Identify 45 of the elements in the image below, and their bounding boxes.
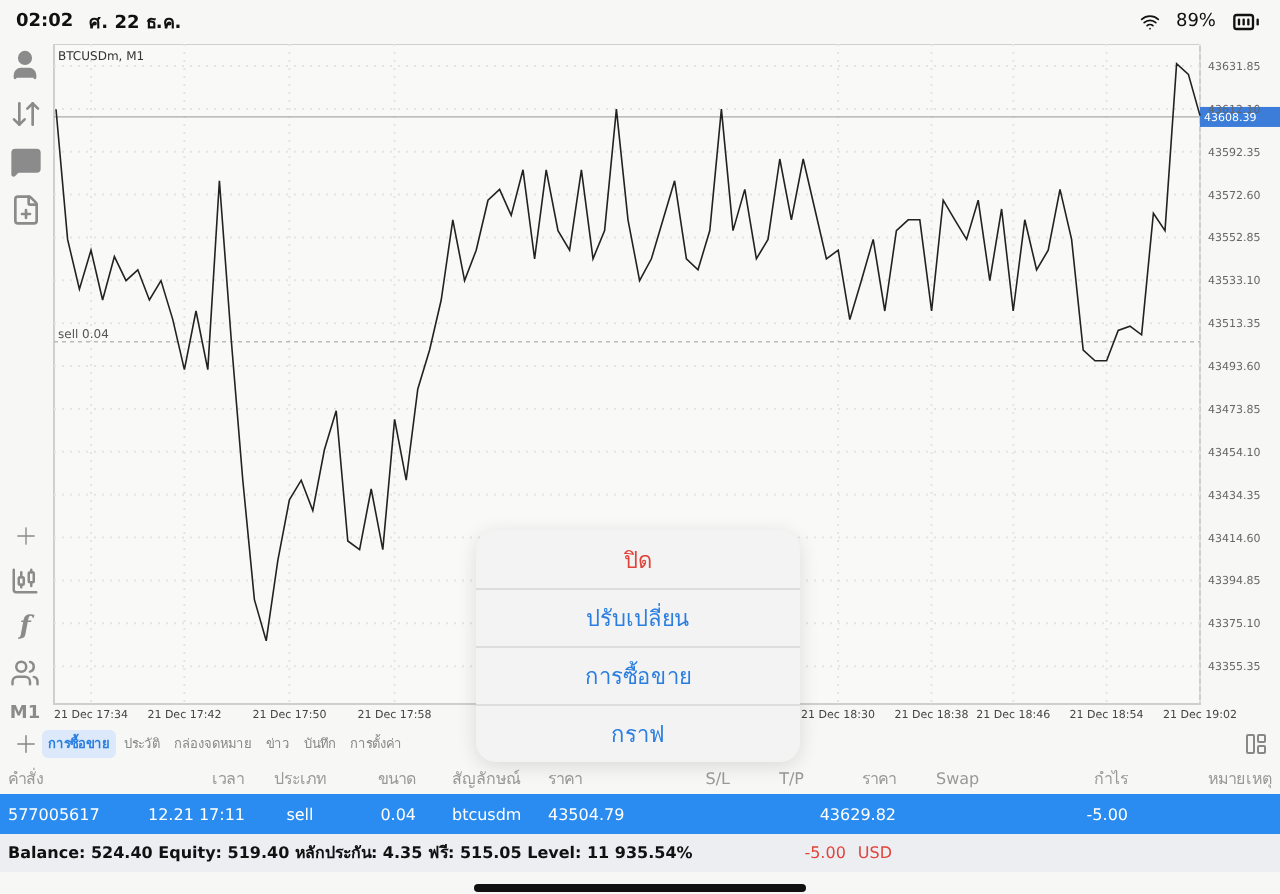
total-profit: -5.00: [804, 844, 846, 862]
wifi-icon: [1139, 12, 1160, 32]
people-icon[interactable]: [10, 658, 40, 688]
battery-icon: [1232, 8, 1260, 36]
table-cell-text: btcusdm: [450, 805, 524, 823]
table-cell-text: sell: [284, 805, 316, 823]
account-icon[interactable]: [8, 48, 42, 82]
table-cell-text: -5.00: [1084, 805, 1128, 823]
account-summary: Balance: 524.40 Equity: 519.40 หลักประกัน: 4.35 ฟรี: 515.05 Level: 11 935.54%: [8, 842, 693, 866]
column-header: ประเภท: [272, 768, 328, 792]
table-cell-text: 577005617: [6, 805, 102, 823]
column-header: T/P: [777, 770, 804, 788]
indicators-button[interactable]: f: [19, 612, 31, 642]
column-header: Swap: [934, 770, 982, 788]
layout-icon[interactable]: [1244, 732, 1268, 756]
column-header: หมายเหตุ: [1206, 768, 1274, 792]
battery-percent: 89%: [1175, 12, 1216, 32]
menu-item[interactable]: การซื้อขาย: [476, 646, 800, 704]
table-cell-text: 43629.82: [817, 805, 896, 823]
column-header: ราคา: [546, 768, 584, 792]
date: ศ. 22 ธ.ค.: [89, 12, 182, 36]
currency: USD: [857, 844, 892, 862]
menu-item[interactable]: ปรับเปลี่ยน: [476, 588, 800, 646]
column-header: S/L: [703, 770, 730, 788]
timeframe-button[interactable]: M1: [9, 704, 41, 724]
menu-item[interactable]: ปิด: [476, 530, 800, 588]
table-cell-text: 0.04: [378, 805, 416, 823]
column-header: คำสั่ง: [6, 766, 46, 792]
table-row[interactable]: 577005617 12.21 17:11 sell 0.04 btcusdm 43504.79 43629.82 -5.00: [0, 794, 1280, 834]
crosshair-icon[interactable]: [11, 522, 39, 550]
table-cell-text: 43504.79: [546, 805, 627, 823]
column-header: ขนาด: [376, 768, 416, 792]
add-icon[interactable]: [12, 730, 40, 758]
chat-icon[interactable]: [9, 146, 41, 178]
column-header: กำไร: [1092, 768, 1128, 792]
new-order-icon[interactable]: [9, 194, 41, 226]
clock: 02:02: [16, 12, 74, 32]
column-header: ราคา: [860, 768, 896, 792]
candlestick-icon[interactable]: [10, 566, 40, 596]
table-cell: 12.21 17:11: [148, 805, 244, 823]
price-badge: [1200, 106, 1280, 127]
trade-icon[interactable]: [9, 98, 41, 130]
menu-item[interactable]: กราฟ: [476, 704, 800, 762]
column-header: เวลา: [210, 768, 244, 792]
column-header: สัญลักษณ์: [450, 767, 523, 792]
